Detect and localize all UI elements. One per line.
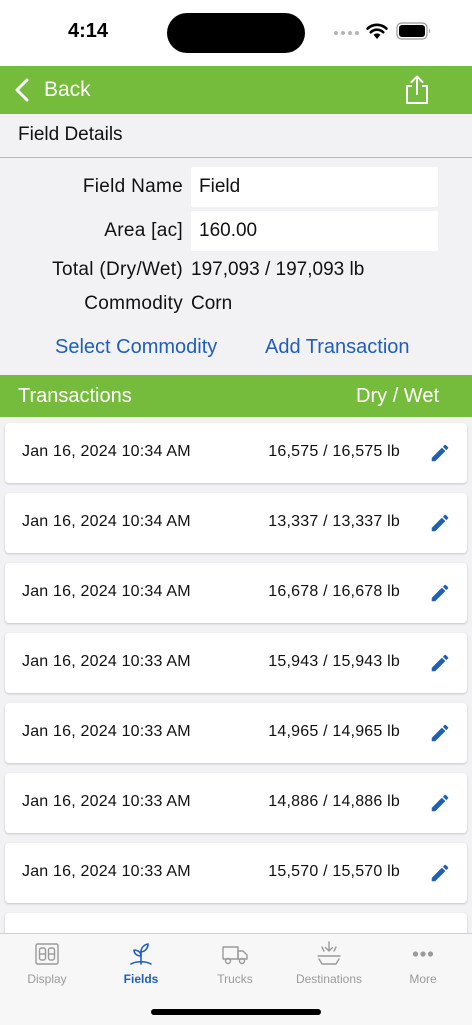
edit-pencil-icon[interactable] xyxy=(429,512,451,534)
transaction-row[interactable]: Jan 16, 2024 10:33 AM 15,943 / 15,943 lb xyxy=(5,633,467,693)
total-label: Total (Dry/Wet) xyxy=(52,259,183,280)
edit-pencil-icon[interactable] xyxy=(429,582,451,604)
field-name-label: Field Name xyxy=(82,176,183,197)
tab-trucks[interactable]: Trucks xyxy=(188,938,282,994)
tab-label: Trucks xyxy=(217,972,253,986)
home-indicator xyxy=(151,1009,321,1015)
back-button[interactable]: Back xyxy=(14,74,91,106)
plant-icon xyxy=(130,943,152,965)
transaction-list[interactable]: Jan 16, 2024 10:34 AM 16,575 / 16,575 lb… xyxy=(0,417,472,933)
add-transaction-button[interactable]: Add Transaction xyxy=(265,336,410,359)
tab-more[interactable]: More xyxy=(376,938,470,994)
edit-pencil-icon[interactable] xyxy=(429,862,451,884)
nav-bar: Back xyxy=(0,66,472,114)
transaction-date: Jan 16, 2024 10:33 AM xyxy=(22,793,191,810)
dry-wet-column-label: Dry / Wet xyxy=(356,385,439,407)
field-details-header: Field Details xyxy=(0,114,472,158)
transaction-date: Jan 16, 2024 10:33 AM xyxy=(22,863,191,880)
transaction-date: Jan 16, 2024 10:34 AM xyxy=(22,443,191,460)
transaction-amount: 14,965 / 14,965 lb xyxy=(268,723,400,740)
transaction-date: Jan 16, 2024 10:33 AM xyxy=(22,723,191,740)
area-label: Area [ac] xyxy=(104,220,183,241)
transaction-row-partial[interactable] xyxy=(5,913,467,933)
transaction-amount: 16,678 / 16,678 lb xyxy=(268,583,400,600)
edit-pencil-icon[interactable] xyxy=(429,722,451,744)
tab-display[interactable]: Display xyxy=(0,938,94,994)
truck-icon xyxy=(222,946,248,965)
cellular-signal-icon xyxy=(334,31,359,35)
commodity-label: Commodity xyxy=(84,293,183,314)
tab-label: Display xyxy=(27,972,67,986)
select-commodity-button[interactable]: Select Commodity xyxy=(55,336,217,359)
status-bar: 4:14 xyxy=(0,0,472,66)
wifi-icon xyxy=(366,23,388,39)
tab-fields[interactable]: Fields xyxy=(94,938,188,994)
tab-label: More xyxy=(409,972,437,986)
share-icon[interactable] xyxy=(404,75,430,105)
battery-icon xyxy=(396,22,430,40)
transactions-header: Transactions Dry / Wet xyxy=(0,375,472,417)
transaction-amount: 15,943 / 15,943 lb xyxy=(268,653,400,670)
tab-label: Fields xyxy=(123,972,159,986)
section-title: Field Details xyxy=(18,124,123,145)
transaction-row[interactable]: Jan 16, 2024 10:33 AM 14,886 / 14,886 lb xyxy=(5,773,467,833)
field-name-input[interactable] xyxy=(191,167,438,207)
total-value: 197,093 / 197,093 lb xyxy=(191,259,365,280)
transaction-row[interactable]: Jan 16, 2024 10:33 AM 14,965 / 14,965 lb xyxy=(5,703,467,763)
edit-pencil-icon[interactable] xyxy=(429,652,451,674)
transaction-date: Jan 16, 2024 10:34 AM xyxy=(22,513,191,530)
transaction-row[interactable]: Jan 16, 2024 10:34 AM 13,337 / 13,337 lb xyxy=(5,493,467,553)
transaction-date: Jan 16, 2024 10:34 AM xyxy=(22,583,191,600)
commodity-value: Corn xyxy=(191,293,233,314)
transaction-row[interactable]: Jan 16, 2024 10:34 AM 16,575 / 16,575 lb xyxy=(5,423,467,483)
edit-pencil-icon[interactable] xyxy=(429,792,451,814)
transaction-amount: 15,570 / 15,570 lb xyxy=(268,863,400,880)
transaction-amount: 14,886 / 14,886 lb xyxy=(268,793,400,810)
tab-destinations[interactable]: Destinations xyxy=(282,938,376,994)
transaction-row[interactable]: Jan 16, 2024 10:34 AM 16,678 / 16,678 lb xyxy=(5,563,467,623)
status-time: 4:14 xyxy=(68,20,109,42)
transaction-date: Jan 16, 2024 10:33 AM xyxy=(22,653,191,670)
chevron-left-icon xyxy=(15,78,29,102)
edit-pencil-icon[interactable] xyxy=(429,442,451,464)
area-input[interactable] xyxy=(191,211,438,251)
display-icon xyxy=(35,943,59,965)
transaction-amount: 13,337 / 13,337 lb xyxy=(268,513,400,530)
unload-icon xyxy=(317,941,341,965)
tab-label: Destinations xyxy=(295,972,363,986)
back-label: Back xyxy=(44,78,91,101)
transactions-title: Transactions xyxy=(18,385,132,407)
transaction-amount: 16,575 / 16,575 lb xyxy=(268,443,400,460)
more-icon xyxy=(412,951,434,957)
transaction-row[interactable]: Jan 16, 2024 10:33 AM 15,570 / 15,570 lb xyxy=(5,843,467,903)
dynamic-island xyxy=(167,13,305,53)
